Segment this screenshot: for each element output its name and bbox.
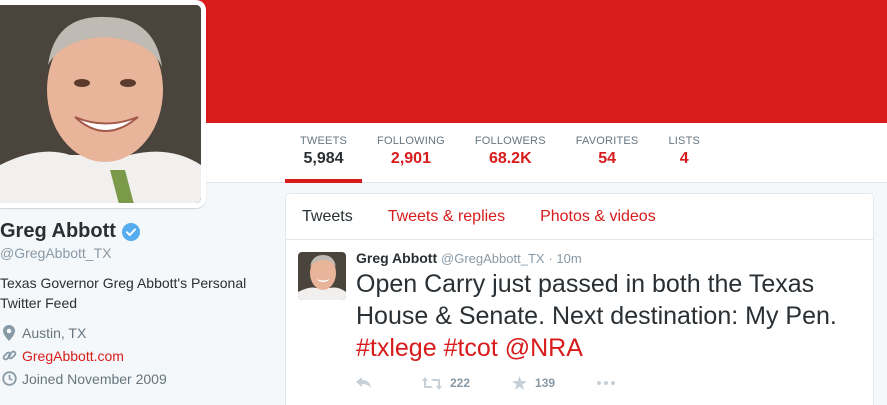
profile-joined: Joined November 2009 bbox=[0, 367, 270, 390]
hashtag-link[interactable]: #tcot bbox=[444, 334, 498, 362]
timeline: Tweets Tweets & replies Photos & videos … bbox=[285, 193, 874, 405]
joined-text: Joined November 2009 bbox=[22, 370, 167, 387]
tweet-author-name[interactable]: Greg Abbott bbox=[356, 250, 437, 266]
profile-bio: Texas Governor Greg Abbott's Personal Tw… bbox=[0, 275, 247, 311]
tweet-author-handle[interactable]: @GregAbbott_TX bbox=[441, 251, 545, 266]
stat-value: 4 bbox=[679, 150, 689, 167]
stat-label: FAVORITES bbox=[575, 135, 639, 147]
website-link[interactable]: GregAbbott.com bbox=[22, 348, 124, 364]
profile-handle[interactable]: @GregAbbott_TX bbox=[0, 245, 270, 261]
tweet-text-line: House & Senate. Next destination: My Pen… bbox=[356, 302, 837, 330]
stat-following[interactable]: FOLLOWING 2,901 bbox=[362, 123, 460, 183]
calendar-clock-icon bbox=[0, 370, 18, 388]
mention-link[interactable]: @NRA bbox=[505, 334, 583, 362]
link-icon bbox=[0, 347, 18, 365]
stat-lists[interactable]: LISTS 4 bbox=[653, 123, 715, 183]
tweet-timestamp[interactable]: · 10m bbox=[548, 251, 581, 266]
more-icon bbox=[597, 381, 616, 385]
hashtag-link[interactable]: #txlege bbox=[356, 334, 437, 362]
stat-value: 2,901 bbox=[390, 150, 431, 167]
favorite-count: 139 bbox=[535, 376, 556, 390]
profile-stats: TWEETS 5,984 FOLLOWING 2,901 FOLLOWERS 6… bbox=[285, 123, 715, 183]
tweet-avatar[interactable] bbox=[298, 252, 346, 300]
profile-name[interactable]: Greg Abbott bbox=[0, 220, 116, 243]
tweet-actions: 222 139 bbox=[356, 376, 861, 390]
reply-button[interactable] bbox=[356, 377, 380, 389]
favorite-button[interactable]: 139 bbox=[512, 376, 555, 390]
retweet-icon bbox=[422, 376, 442, 390]
location-text: Austin, TX bbox=[22, 324, 87, 341]
stat-value: 54 bbox=[598, 150, 616, 167]
location-pin-icon bbox=[0, 324, 18, 342]
tab-photos-videos[interactable]: Photos & videos bbox=[540, 208, 656, 226]
stat-tweets[interactable]: TWEETS 5,984 bbox=[285, 123, 363, 183]
stat-value: 68.2K bbox=[488, 150, 532, 167]
stat-label: LISTS bbox=[668, 135, 701, 147]
stat-value: 5,984 bbox=[303, 150, 344, 167]
tab-tweets[interactable]: Tweets bbox=[302, 208, 353, 226]
star-icon bbox=[512, 376, 528, 390]
tweet-item[interactable]: Greg Abbott @GregAbbott_TX · 10m Open Ca… bbox=[286, 240, 873, 405]
retweet-count: 222 bbox=[450, 376, 471, 390]
tweet-text: Open Carry just passed in both the Texas… bbox=[356, 268, 861, 364]
profile-website[interactable]: GregAbbott.com bbox=[0, 344, 270, 367]
profile-card: Greg Abbott @GregAbbott_TX Texas Governo… bbox=[0, 220, 270, 390]
tweet-text-line: Open Carry just passed in both the Texas bbox=[356, 270, 815, 298]
verified-badge-icon bbox=[121, 222, 140, 241]
profile-avatar[interactable] bbox=[0, 0, 206, 208]
tweet-header: Greg Abbott @GregAbbott_TX · 10m bbox=[356, 250, 861, 266]
timeline-tabs: Tweets Tweets & replies Photos & videos bbox=[286, 194, 873, 240]
stat-label: FOLLOWING bbox=[377, 135, 445, 147]
reply-icon bbox=[356, 377, 371, 388]
retweet-button[interactable]: 222 bbox=[422, 376, 470, 390]
stat-followers[interactable]: FOLLOWERS 68.2K bbox=[460, 123, 561, 183]
more-button[interactable] bbox=[597, 381, 623, 385]
stat-favorites[interactable]: FAVORITES 54 bbox=[561, 123, 654, 183]
stat-label: FOLLOWERS bbox=[474, 135, 546, 147]
profile-location: Austin, TX bbox=[0, 321, 270, 344]
stat-label: TWEETS bbox=[300, 135, 348, 147]
tab-tweets-replies[interactable]: Tweets & replies bbox=[388, 208, 505, 226]
